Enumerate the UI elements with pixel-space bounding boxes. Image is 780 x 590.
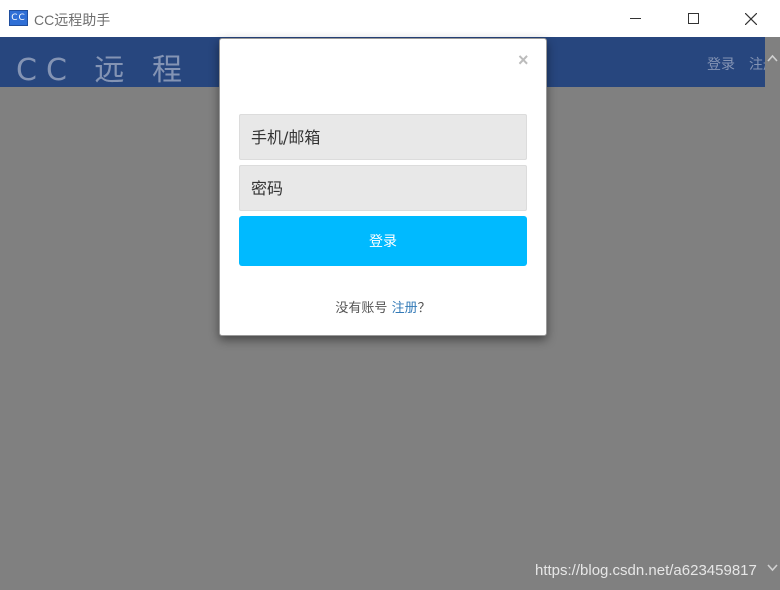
scroll-down-arrow[interactable] [765,561,780,577]
close-window-button[interactable] [728,0,774,37]
login-modal: × 登录 没有账号 注册？ [219,38,547,336]
minimize-button[interactable] [612,0,658,37]
window-title: CC远程助手 [34,12,111,28]
watermark-text: https://blog.csdn.net/a623459817 [535,562,757,579]
register-prompt: 没有账号 注册？ [220,297,546,316]
app-logo-icon: CC [9,10,28,26]
brand-title: CC 远 程 [16,53,191,88]
nav-login-link[interactable]: 登录 [707,54,735,74]
scroll-up-arrow[interactable] [765,51,780,67]
chevron-down-icon [767,564,778,572]
register-prompt-text: 没有账号 [335,301,388,316]
vertical-scrollbar[interactable] [765,37,780,590]
login-button[interactable]: 登录 [239,216,527,266]
window-titlebar: CC CC远程助手 [0,0,780,37]
account-input[interactable] [239,114,527,160]
modal-close-button[interactable]: × [518,50,529,70]
minimize-icon [629,18,641,19]
maximize-icon [687,13,699,24]
close-icon [745,12,757,25]
maximize-button[interactable] [670,0,716,37]
nav-register-link[interactable]: 注册 [749,54,765,74]
register-link[interactable]: 注册 [392,301,418,316]
chevron-up-icon [767,54,778,62]
password-input[interactable] [239,165,527,211]
register-prompt-suffix: ？ [417,301,431,316]
